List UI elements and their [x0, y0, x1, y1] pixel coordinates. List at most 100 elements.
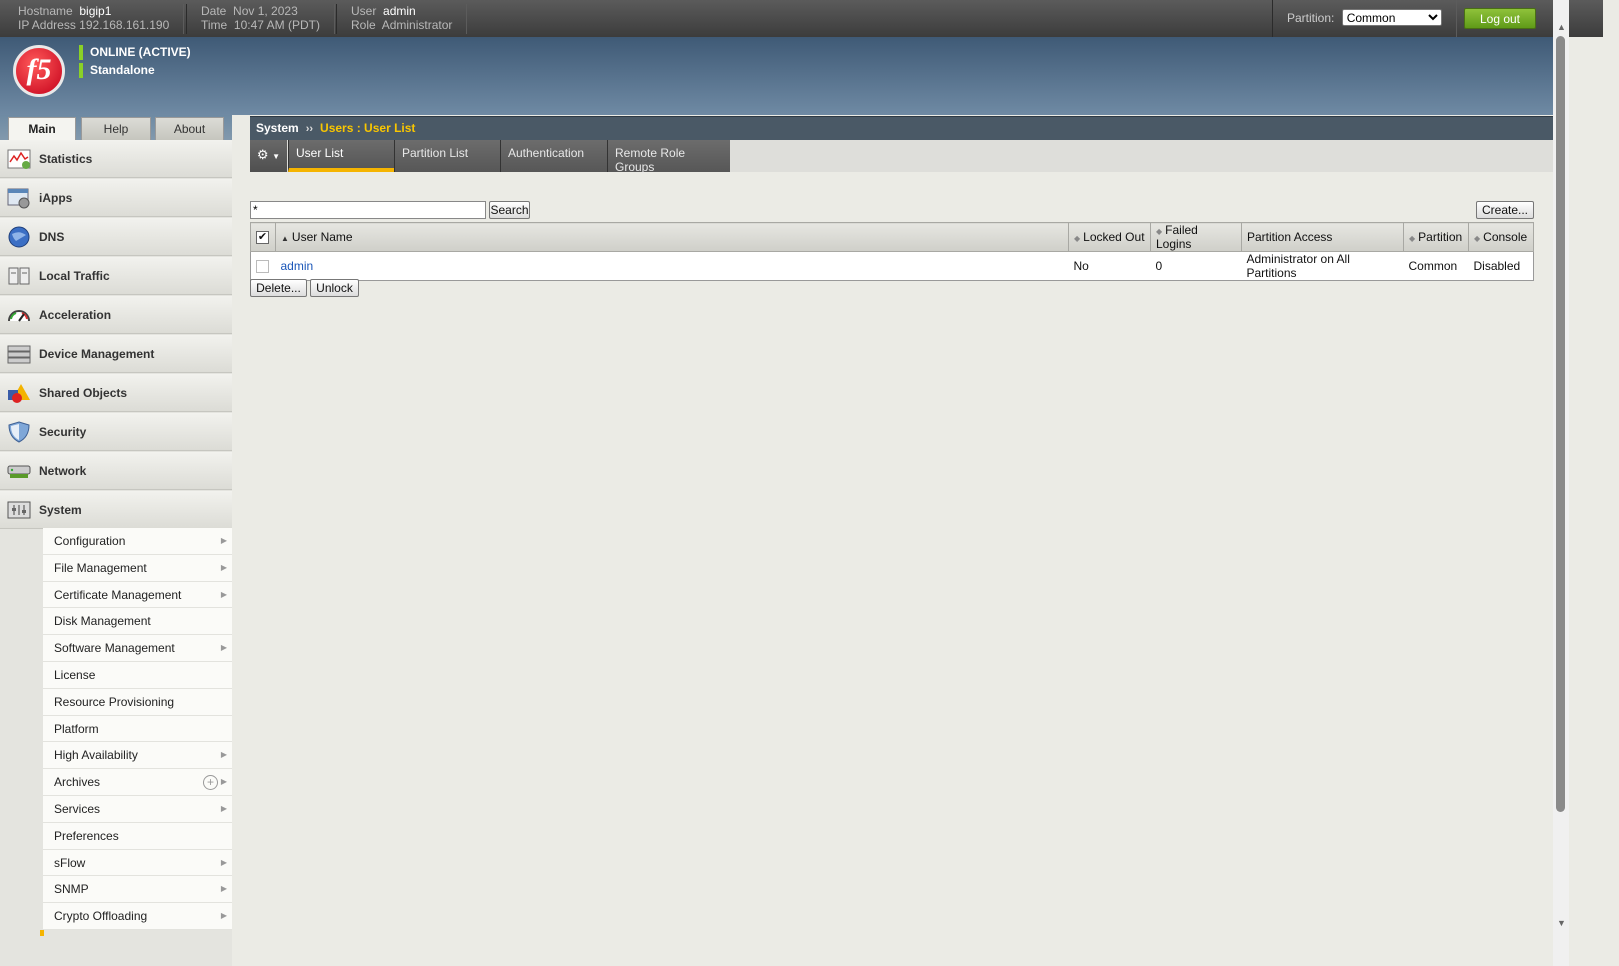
submenu-item-crypto-offloading[interactable]: Crypto Offloading ▶	[43, 903, 232, 930]
role-value: Administrator	[381, 18, 453, 32]
date-value: Nov 1, 2023	[233, 4, 298, 18]
logout-button[interactable]: Log out	[1464, 8, 1536, 29]
submenu-label: SNMP	[54, 882, 89, 897]
shared-objects-icon	[8, 384, 30, 403]
system-icon	[7, 501, 31, 519]
nav-label: System	[39, 503, 82, 517]
user-value: admin	[383, 4, 416, 18]
col-user-name[interactable]: ▲ User Name	[275, 222, 1069, 252]
breadcrumb: System ›› Users : User List	[250, 116, 1553, 140]
col-partition[interactable]: ◆ Partition	[1403, 222, 1469, 252]
nav-item-iapps[interactable]: iApps	[0, 179, 232, 217]
submenu-label: Certificate Management	[54, 587, 182, 602]
cell-partition-access: Administrator on All Partitions	[1241, 251, 1404, 281]
datetime-info: Date Nov 1, 2023 Time 10:47 AM (PDT)	[186, 4, 335, 34]
ip-value: 192.168.161.190	[79, 18, 170, 32]
system-submenu: Configuration ▶ File Management ▶ Certific…	[43, 528, 232, 930]
role-label: Role	[351, 18, 376, 32]
hostname-value: bigip1	[79, 4, 112, 18]
sort-icon: ◆	[1409, 234, 1416, 243]
col-failed-logins[interactable]: ◆ Failed Logins	[1150, 222, 1242, 252]
unlock-button[interactable]: Unlock	[310, 279, 359, 297]
row-select-cell	[250, 251, 276, 281]
submenu-item-configuration[interactable]: Configuration ▶	[43, 528, 232, 555]
content-tabs: ⚙ ▼ User List Partition List Authenticat…	[250, 140, 1553, 174]
nav-item-local-traffic[interactable]: Local Traffic	[0, 257, 232, 295]
nav-label: Network	[39, 464, 87, 478]
ip-label: IP Address	[18, 18, 76, 32]
submenu-item-disk-management[interactable]: Disk Management	[43, 608, 232, 636]
scroll-up-arrow-icon[interactable]: ▲	[1557, 22, 1566, 32]
breadcrumb-root[interactable]: System	[256, 121, 299, 135]
tab-user-list[interactable]: User List	[288, 140, 394, 172]
tab-main[interactable]: Main	[8, 117, 76, 140]
chevron-right-icon: ▶	[220, 589, 227, 599]
submenu-item-snmp[interactable]: SNMP ▶	[43, 876, 232, 904]
nav-item-device-management[interactable]: Device Management	[0, 335, 232, 373]
tab-help[interactable]: Help	[81, 117, 151, 140]
submenu-item-archives[interactable]: Archives + ▶	[43, 769, 232, 796]
row-checkbox[interactable]	[256, 260, 269, 274]
nav-item-shared-objects[interactable]: Shared Objects	[0, 374, 232, 412]
submenu-label: Software Management	[54, 641, 175, 656]
submenu-item-platform[interactable]: Platform	[43, 715, 232, 743]
submenu-item-services[interactable]: Services ▶	[43, 795, 232, 823]
select-all-checkbox[interactable]: ✔	[256, 231, 269, 245]
submenu-item-software-management[interactable]: Software Management ▶	[43, 635, 232, 662]
scroll-thumb[interactable]	[1556, 36, 1565, 812]
col-console[interactable]: ◆ Console	[1468, 222, 1534, 252]
user-link-admin[interactable]: admin	[281, 259, 314, 273]
submenu-label: Archives	[54, 775, 101, 790]
partition-select[interactable]: Common	[1341, 9, 1442, 26]
search-input[interactable]	[250, 201, 486, 219]
sort-icon: ◆	[1156, 227, 1163, 236]
col-locked-out[interactable]: ◆ Locked Out	[1068, 222, 1151, 252]
partition-selector: Partition: Common	[1272, 0, 1457, 37]
submenu-item-preferences[interactable]: Preferences	[43, 822, 232, 850]
submenu-label: Crypto Offloading	[54, 909, 148, 924]
submenu-label: Services	[54, 801, 101, 816]
nav-label: Device Management	[39, 347, 155, 361]
plus-icon[interactable]: +	[203, 775, 218, 791]
dns-icon	[8, 226, 30, 248]
gear-icon[interactable]: ⚙ ▼	[250, 140, 287, 172]
submenu-label: License	[54, 667, 96, 682]
iapps-icon	[7, 188, 30, 209]
sort-icon: ◆	[1074, 234, 1081, 243]
nav-item-statistics[interactable]: Statistics	[0, 140, 232, 178]
nav-label: Statistics	[39, 152, 93, 166]
tab-remote-role-groups[interactable]: Remote Role Groups	[607, 140, 730, 174]
submenu-item-resource-provisioning[interactable]: Resource Provisioning	[43, 688, 232, 716]
page-scrollbar[interactable]: ▲ ▼	[1553, 0, 1569, 966]
nav-item-security[interactable]: Security	[0, 413, 232, 451]
breadcrumb-current: Users : User List	[320, 121, 416, 135]
tab-about[interactable]: About	[155, 117, 224, 140]
nav-item-network[interactable]: Network	[0, 452, 232, 490]
chevron-right-icon: ▶	[220, 750, 227, 760]
nav-item-acceleration[interactable]: Acceleration	[0, 296, 232, 334]
f5-logo: f5	[13, 45, 65, 97]
submenu-item-certificate-management[interactable]: Certificate Management ▶	[43, 581, 232, 609]
submenu-item-file-management[interactable]: File Management ▶	[43, 554, 232, 582]
nav-item-dns[interactable]: DNS	[0, 218, 232, 256]
submenu-item-high-availability[interactable]: High Availability ▶	[43, 742, 232, 770]
user-label: User	[351, 4, 377, 18]
security-icon	[8, 421, 30, 443]
submenu-selection-marker	[40, 930, 44, 936]
device-management-icon	[7, 345, 31, 364]
chevron-right-icon: ▶	[220, 857, 227, 867]
top-status-bar: Hostname bigip1 IP Address 192.168.161.1…	[0, 0, 1603, 37]
nav-label: Security	[39, 425, 87, 439]
search-button[interactable]: Search	[489, 201, 530, 219]
scroll-down-arrow-icon[interactable]: ▼	[1557, 918, 1566, 928]
submenu-item-sflow[interactable]: sFlow ▶	[43, 849, 232, 877]
tab-authentication[interactable]: Authentication	[500, 140, 607, 172]
create-button[interactable]: Create...	[1476, 201, 1534, 219]
submenu-label: Platform	[54, 721, 99, 736]
delete-button[interactable]: Delete...	[250, 279, 307, 297]
tab-partition-list[interactable]: Partition List	[394, 140, 500, 172]
chevron-right-icon: ▶	[220, 562, 227, 572]
submenu-item-license[interactable]: License	[43, 661, 232, 689]
nav-item-system[interactable]: System	[0, 491, 232, 529]
submenu-label: Resource Provisioning	[54, 694, 175, 709]
